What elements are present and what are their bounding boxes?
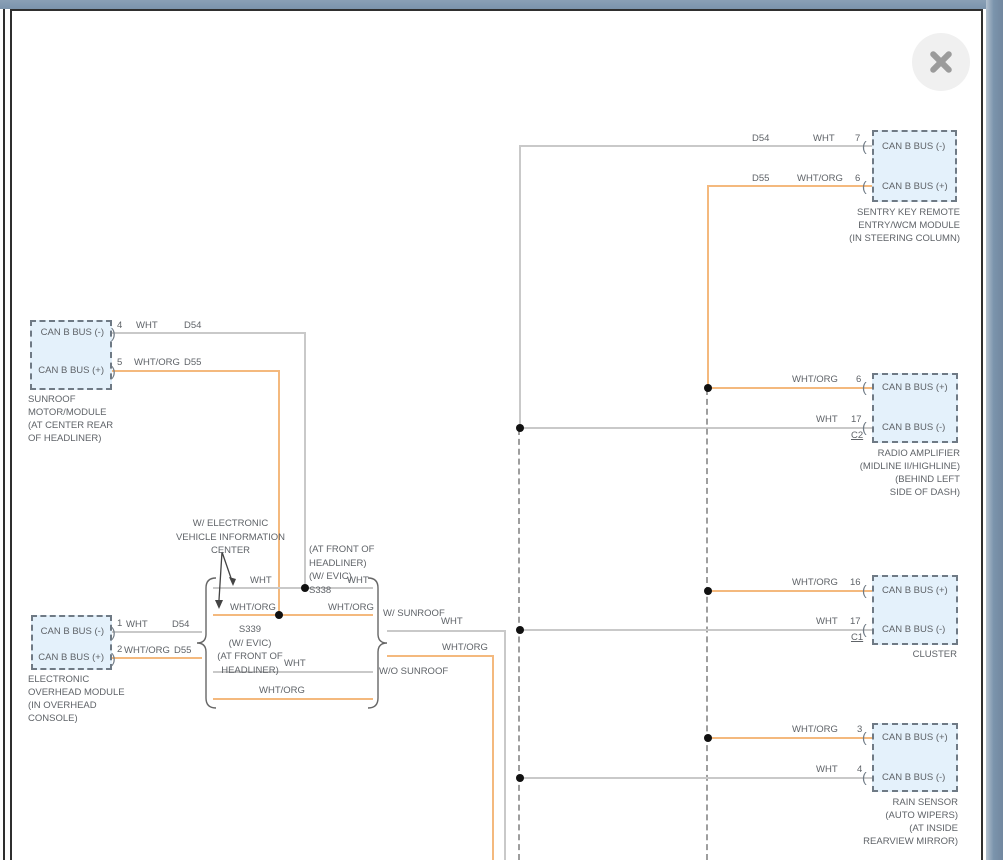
note-evic: W/ ELECTRONIC VEHICLE INFORMATION CENTER [168, 517, 293, 558]
pin-label: CAN B BUS (-) [882, 772, 945, 783]
wire-color-label: WHT/ORG [124, 646, 170, 656]
evic-arrow-2 [219, 552, 222, 600]
circuit-label: D55 [184, 358, 201, 368]
circuit-label: D54 [184, 321, 201, 331]
pin-number: 3 [857, 724, 862, 735]
wire-color-label: WHT [126, 620, 148, 630]
pin-label: CAN B BUS (-) [882, 422, 945, 433]
wire-color-label: WHT/ORG [442, 643, 488, 653]
wire-color-label: WHT/ORG [134, 358, 180, 368]
pin-connector-icon: ( [862, 380, 867, 394]
pin-connector-icon: ) [111, 651, 116, 665]
pin-number: 17 [851, 414, 862, 425]
pin-label: CAN B BUS (+) [882, 732, 948, 743]
pin-connector-icon: ( [862, 770, 867, 784]
pin-label: CAN B BUS (-) [882, 624, 945, 635]
pin-number: 6 [856, 374, 861, 385]
pin-connector-icon: ) [111, 326, 116, 340]
wire-color-label: WHT [813, 134, 835, 144]
pin-label: CAN B BUS (+) [882, 181, 948, 192]
circuit-label: D55 [752, 174, 769, 184]
wire-color-label: WHT/ORG [792, 375, 838, 385]
evic-arrowhead-2 [215, 600, 223, 609]
wire-color-label: WHT/ORG [230, 603, 276, 613]
pin-connector-icon: ( [862, 179, 867, 193]
pin-number: 5 [117, 357, 122, 368]
module-caption-overhead: ELECTRONIC OVERHEAD MODULE (IN OVERHEAD … [28, 673, 168, 725]
module-caption-sentry-key: SENTRY KEY REMOTE ENTRY/WCM MODULE (IN S… [810, 206, 960, 245]
pin-number: 17 [850, 616, 861, 627]
close-button[interactable] [912, 33, 970, 91]
module-caption-sunroof: SUNROOF MOTOR/MODULE (AT CENTER REAR OF … [28, 393, 168, 445]
pin-label: CAN B BUS (-) [18, 626, 104, 637]
pin-number: 4 [117, 320, 122, 331]
pin-label: CAN B BUS (+) [18, 365, 104, 376]
circuit-label: D54 [172, 620, 189, 630]
wire-color-label: WHT/ORG [797, 174, 843, 184]
pin-label: CAN B BUS (-) [882, 141, 945, 152]
wire-color-label: WHT [816, 415, 838, 425]
circuit-label: D54 [752, 134, 769, 144]
pin-connector-icon: ( [862, 139, 867, 153]
wire-color-label: WHT/ORG [792, 578, 838, 588]
pin-connector-icon: ) [111, 625, 116, 639]
wire-color-label: WHT [441, 617, 463, 627]
wire-color-label: WHT [347, 576, 369, 586]
module-caption-cluster: CLUSTER [810, 648, 957, 661]
circuit-label: D55 [174, 646, 191, 656]
wire-color-label: WHT [816, 617, 838, 627]
wire-color-label: WHT/ORG [259, 686, 305, 696]
wiring-diagram-viewer: CAN B BUS (-) CAN B BUS (+) ) ) 4 5 WHT … [0, 0, 1003, 860]
pin-connector-icon: ) [111, 364, 116, 378]
note-s339: S339 (W/ EVIC) (AT FRONT OF HEADLINER) [210, 623, 290, 677]
pin-number: 7 [855, 133, 860, 144]
pin-label: CAN B BUS (-) [18, 327, 104, 338]
pin-number: 16 [850, 577, 861, 588]
pin-number: 2 [117, 644, 122, 655]
branch-label-with-sunroof: W/ SUNROOF [383, 609, 445, 619]
right-brace [368, 578, 387, 708]
pin-number: 1 [117, 618, 122, 629]
pin-number: 6 [855, 173, 860, 184]
pin-connector-icon: ( [862, 730, 867, 744]
module-caption-rain-sensor: RAIN SENSOR (AUTO WIPERS) (AT INSIDE REA… [810, 796, 958, 848]
wire-color-label: WHT [816, 765, 838, 775]
wire-color-label: WHT/ORG [328, 603, 374, 613]
pin-label: CAN B BUS (+) [882, 585, 948, 596]
note-s338: (AT FRONT OF HEADLINER) (W/ EVIC) S338 [309, 543, 374, 597]
wire-color-label: WHT [136, 321, 158, 331]
wire-color-label: WHT [250, 576, 272, 586]
pin-number: 4 [857, 764, 862, 775]
pin-connector-icon: ( [862, 583, 867, 597]
wire-color-label: WHT [284, 659, 306, 669]
pin-label: CAN B BUS (+) [882, 382, 948, 393]
connector-label: C2 [851, 430, 863, 441]
module-caption-radio-amplifier: RADIO AMPLIFIER (MIDLINE II/HIGHLINE) (B… [810, 447, 960, 499]
wire-color-label: WHT/ORG [792, 725, 838, 735]
evic-arrowhead-1 [229, 577, 236, 586]
connector-label: C1 [851, 632, 863, 643]
branch-label-without-sunroof: W/O SUNROOF [379, 667, 448, 677]
pin-label: CAN B BUS (+) [18, 652, 104, 663]
